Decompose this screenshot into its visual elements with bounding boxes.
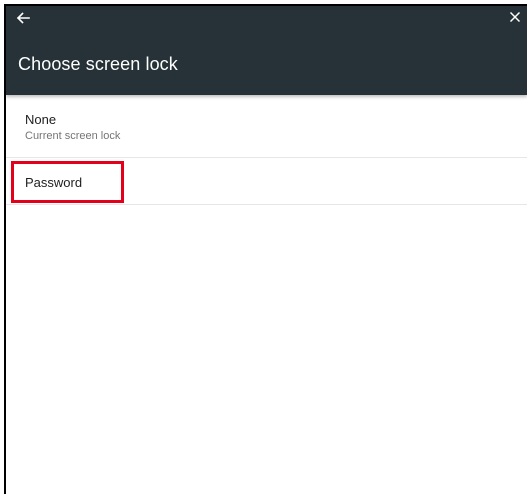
app-bar: Choose screen lock	[6, 6, 527, 95]
option-password-title: Password	[25, 175, 83, 190]
page-title: Choose screen lock	[18, 54, 178, 74]
option-none-title: None	[25, 112, 57, 127]
option-none-subtitle: Current screen lock	[25, 130, 121, 142]
screen-lock-options: None Current screen lock Password	[6, 95, 527, 205]
top-controls	[6, 6, 527, 30]
close-icon[interactable]	[507, 9, 523, 25]
settings-window: Choose screen lock None Current screen l…	[4, 4, 527, 494]
option-none[interactable]: None Current screen lock	[6, 95, 527, 158]
arrow-left-icon[interactable]	[14, 9, 32, 27]
option-password[interactable]: Password	[6, 158, 527, 205]
